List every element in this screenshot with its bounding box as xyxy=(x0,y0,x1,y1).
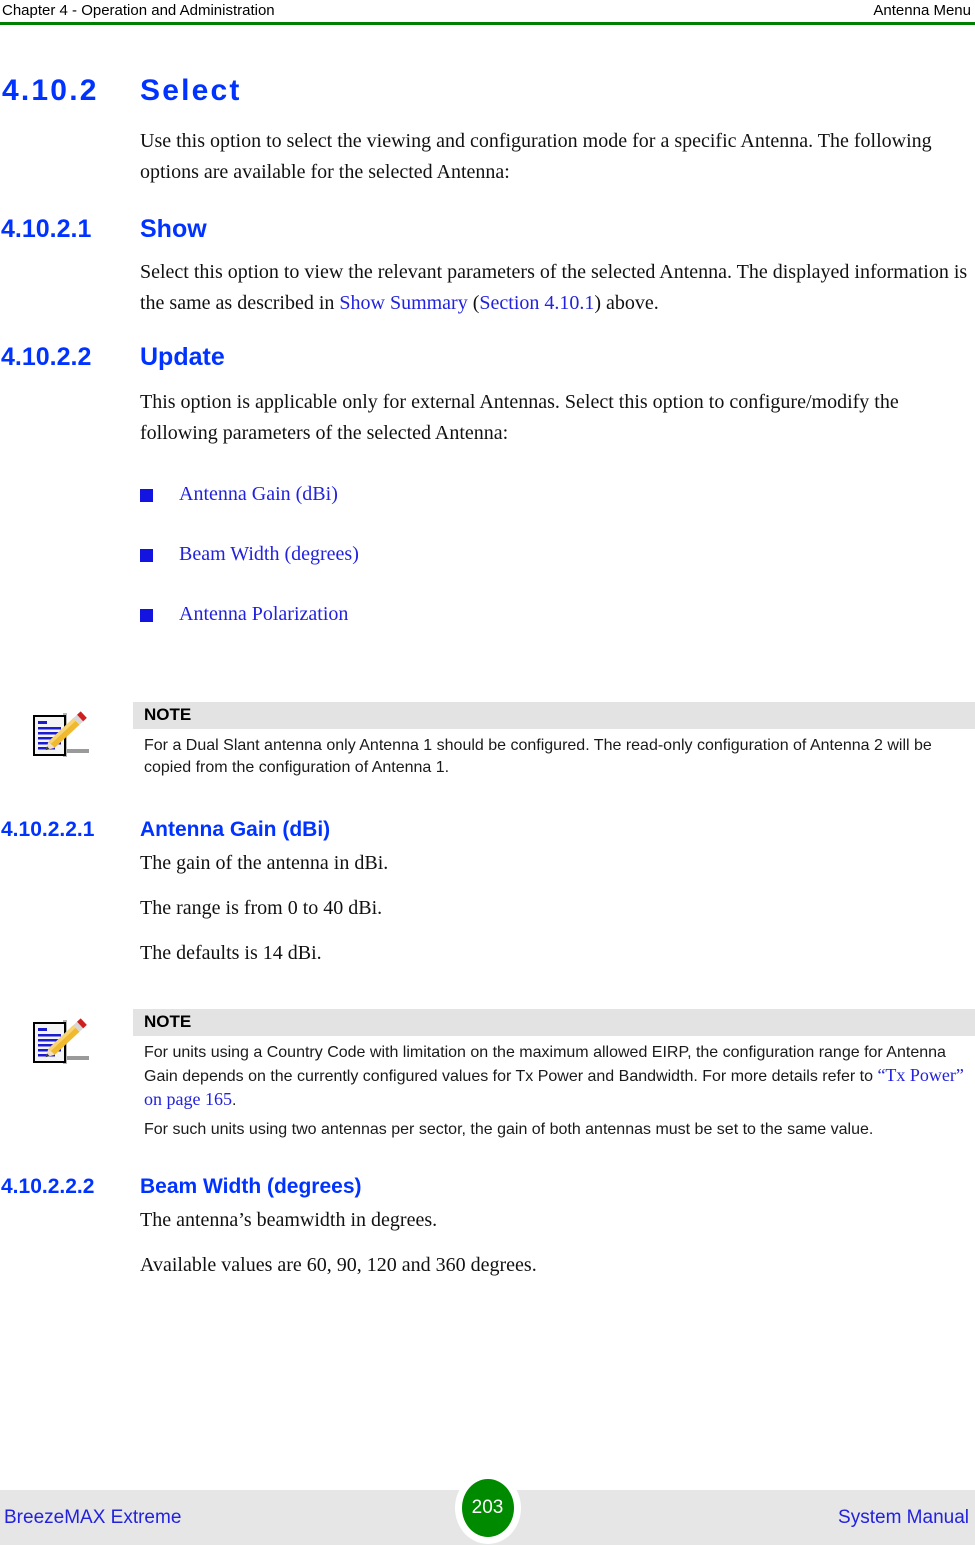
heading-beam-width-number: 4.10.2.2.2 xyxy=(1,1175,95,1198)
note-paragraph: For such units using two antennas per se… xyxy=(144,1121,874,1138)
page-content: 4.10.2 Select Use this option to select … xyxy=(0,26,975,1281)
bullet-square-icon xyxy=(140,549,153,562)
header-chapter-title: Chapter 4 - Operation and Administration xyxy=(2,2,275,19)
heading-beam-width: 4.10.2.2.2 Beam Width (degrees) xyxy=(0,1173,975,1201)
heading-show-title: Show xyxy=(140,215,207,243)
note-heading: NOTE xyxy=(133,1009,975,1036)
note-heading: NOTE xyxy=(133,702,975,729)
link-show-summary[interactable]: Show Summary xyxy=(339,292,467,314)
page-number: 203 xyxy=(461,1479,514,1537)
update-paragraph: This option is applicable only for exter… xyxy=(140,391,899,444)
footer-product-name: BreezeMAX Extreme xyxy=(4,1506,182,1528)
note-paragraph: For a Dual Slant antenna only Antenna 1 … xyxy=(144,737,932,776)
list-item: Beam Width (degrees) xyxy=(0,539,975,570)
show-paragraph-text-3: ) above. xyxy=(594,292,659,314)
beam-width-paragraph-1: The antenna’s beamwidth in degrees. xyxy=(140,1209,438,1231)
antenna-gain-paragraph-2: The range is from 0 to 40 dBi. xyxy=(140,897,383,919)
heading-select-title: Select xyxy=(140,74,242,107)
header-divider-rule xyxy=(0,22,975,25)
bullet-square-icon xyxy=(140,489,153,502)
note-paragraph-text-1: For units using a Country Code with limi… xyxy=(144,1044,946,1085)
header-section-title: Antenna Menu xyxy=(873,2,971,19)
notepad-pencil-icon xyxy=(30,1015,92,1075)
note-paragraph: For units using a Country Code with limi… xyxy=(144,1042,965,1112)
heading-update: 4.10.2.2 Update xyxy=(0,341,975,373)
bullet-square-icon xyxy=(140,609,153,622)
heading-antenna-gain-title: Antenna Gain (dBi) xyxy=(140,818,331,841)
update-parameter-list: Antenna Gain (dBi) Beam Width (degrees) … xyxy=(0,479,975,630)
list-item: Antenna Polarization xyxy=(0,599,975,630)
note-body: For a Dual Slant antenna only Antenna 1 … xyxy=(133,729,975,779)
select-intro-paragraph: Use this option to select the viewing an… xyxy=(140,130,932,183)
heading-select-number: 4.10.2 xyxy=(2,74,99,107)
heading-antenna-gain: 4.10.2.2.1 Antenna Gain (dBi) xyxy=(0,816,975,844)
beam-width-paragraph-2: Available values are 60, 90, 120 and 360… xyxy=(140,1254,537,1276)
heading-antenna-gain-number: 4.10.2.2.1 xyxy=(1,818,95,841)
show-paragraph: Select this option to view the relevant … xyxy=(0,257,975,319)
list-item-label: Beam Width (degrees) xyxy=(179,543,359,565)
heading-update-number: 4.10.2.2 xyxy=(1,343,92,371)
page-number-badge: 203 xyxy=(454,1472,521,1544)
note-body: For units using a Country Code with limi… xyxy=(133,1036,975,1141)
antenna-gain-paragraph-1: The gain of the antenna in dBi. xyxy=(140,852,389,874)
heading-show: 4.10.2.1 Show xyxy=(0,213,975,245)
heading-select: 4.10.2 Select xyxy=(0,72,975,110)
page-header: Chapter 4 - Operation and Administration… xyxy=(0,0,975,26)
link-section-4-10-1[interactable]: Section 4.10.1 xyxy=(479,292,594,314)
list-item-label: Antenna Gain (dBi) xyxy=(179,483,338,505)
heading-beam-width-title: Beam Width (degrees) xyxy=(140,1175,362,1198)
antenna-gain-paragraph-3: The defaults is 14 dBi. xyxy=(140,942,322,964)
page-footer: BreezeMAX Extreme System Manual 203 xyxy=(0,1472,975,1545)
footer-manual-name: System Manual xyxy=(838,1506,969,1528)
heading-show-number: 4.10.2.1 xyxy=(1,215,92,243)
note-paragraph-text-2: . xyxy=(231,1092,237,1109)
show-paragraph-text-2: ( xyxy=(467,292,480,314)
list-item-label: Antenna Polarization xyxy=(179,603,349,625)
list-item: Antenna Gain (dBi) xyxy=(0,479,975,510)
notepad-pencil-icon xyxy=(30,708,92,768)
note-box-dual-slant: NOTE For a Dual Slant antenna only Anten… xyxy=(0,702,975,779)
heading-update-title: Update xyxy=(140,343,225,371)
note-box-country-code: NOTE For units using a Country Code with… xyxy=(0,1009,975,1141)
